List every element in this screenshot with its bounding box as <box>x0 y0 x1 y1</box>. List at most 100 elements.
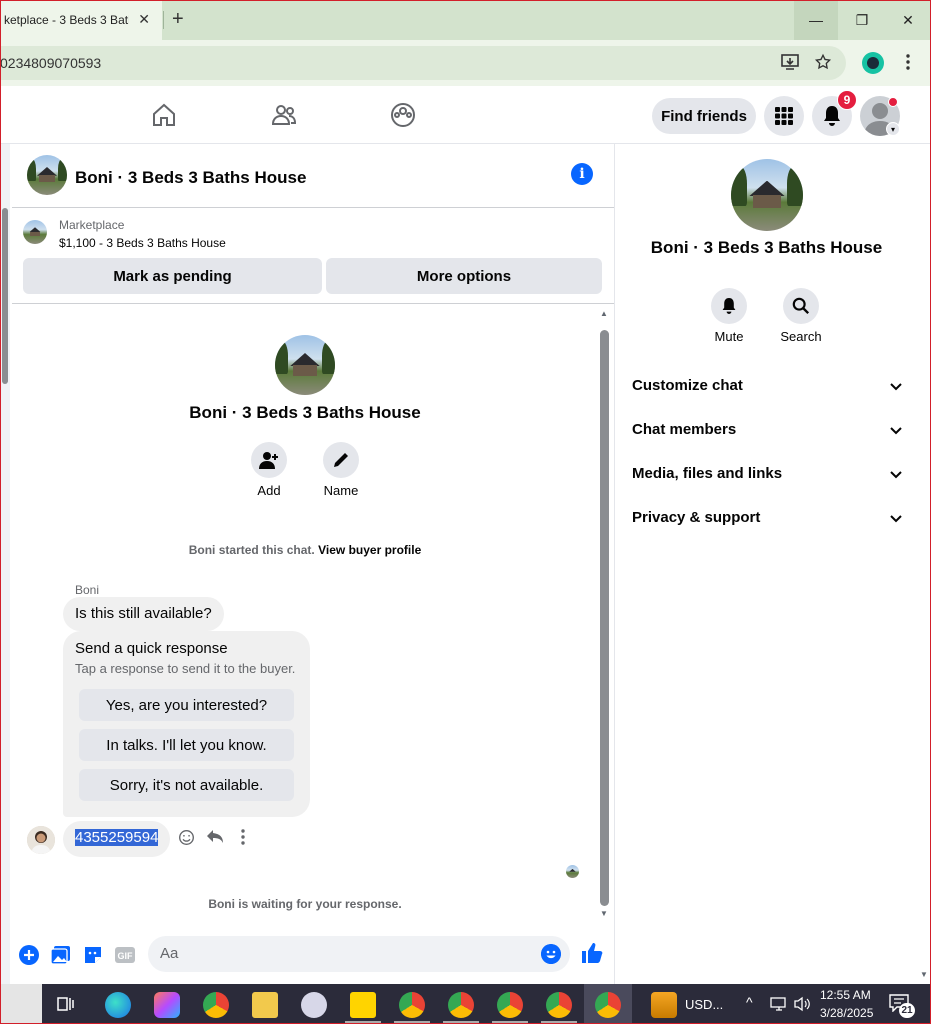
page-scroll-down-arrow[interactable]: ▼ <box>920 970 928 979</box>
quick-reply-yes[interactable]: Yes, are you interested? <box>79 689 294 721</box>
home-icon[interactable] <box>151 102 177 128</box>
emoji-icon[interactable] <box>541 944 561 964</box>
chrome-profile-icon[interactable] <box>497 992 523 1018</box>
find-friends-button[interactable]: Find friends <box>652 98 756 134</box>
add-label: Add <box>257 483 281 498</box>
browser-tab[interactable]: ketplace - 3 Beds 3 Baths House ✕ <box>0 0 162 40</box>
task-view-icon[interactable] <box>57 995 75 1013</box>
groups-icon[interactable] <box>390 102 416 128</box>
chevron-up-icon[interactable]: ^ <box>746 994 753 1010</box>
sticker-icon[interactable] <box>82 944 104 966</box>
search-icon <box>792 297 810 315</box>
bookmark-star-icon[interactable] <box>814 53 832 71</box>
clock-date[interactable]: 3/28/2025 <box>820 1006 873 1020</box>
chat-details-panel: Boni · 3 Beds 3 Baths House Mute Search … <box>614 144 917 984</box>
info-icon[interactable]: i <box>571 163 593 185</box>
add-button[interactable] <box>251 442 287 478</box>
address-bar-row: 0234809070593 <box>0 40 931 86</box>
currency-widget-text[interactable]: USD... <box>685 997 723 1012</box>
message-input[interactable]: Aa <box>148 936 570 972</box>
search-label: Search <box>780 329 822 344</box>
page-scrollbar[interactable]: ▼ <box>917 144 931 984</box>
quick-response-title: Send a quick response <box>75 640 228 657</box>
chrome-profile-icon[interactable] <box>399 992 425 1018</box>
minimize-button[interactable]: — <box>794 0 838 40</box>
mark-as-pending-button[interactable]: Mark as pending <box>23 258 322 294</box>
more-actions-icon[interactable] <box>240 829 246 845</box>
quick-response-subtitle: Tap a response to send it to the buyer. <box>75 661 296 676</box>
friends-icon[interactable] <box>271 102 297 128</box>
quick-response-card: Send a quick response Tap a response to … <box>63 631 310 817</box>
address-bar[interactable]: 0234809070593 <box>0 46 846 80</box>
name-label: Name <box>323 483 359 498</box>
restore-button[interactable]: ❐ <box>840 0 884 40</box>
network-icon[interactable] <box>770 996 788 1012</box>
gallery-icon[interactable] <box>50 944 72 966</box>
new-tab-button[interactable]: + <box>172 9 184 29</box>
chrome-icon[interactable] <box>203 992 229 1018</box>
currency-widget-icon[interactable] <box>651 992 677 1018</box>
sender-avatar[interactable] <box>27 826 55 854</box>
edge-icon[interactable] <box>105 992 131 1018</box>
message-bubble[interactable]: Is this still available? <box>63 597 224 631</box>
scroll-down-arrow[interactable]: ▼ <box>600 909 608 918</box>
close-window-button[interactable]: ✕ <box>886 0 930 40</box>
chat-scrollbar-thumb[interactable] <box>600 330 609 906</box>
left-scrollbar-thumb[interactable] <box>2 208 8 384</box>
chrome-profile-icon[interactable] <box>448 992 474 1018</box>
account-alert-dot <box>888 97 898 107</box>
listing-thumbnail[interactable] <box>27 155 67 195</box>
chat-center-name: Boni · 3 Beds 3 Baths House <box>189 403 421 422</box>
tab-close-icon[interactable]: ✕ <box>138 11 150 28</box>
file-explorer-icon[interactable] <box>252 992 278 1018</box>
phone-number-message[interactable]: 4355259594 <box>63 821 171 857</box>
start-area[interactable] <box>0 984 42 1024</box>
search-button[interactable] <box>783 288 819 324</box>
thumbs-up-icon[interactable] <box>581 942 603 964</box>
chat-members-label: Chat members <box>632 421 737 438</box>
marketplace-label: Marketplace <box>59 218 125 232</box>
gif-icon[interactable]: GIF <box>114 944 136 966</box>
customize-chat-row[interactable]: Customize chat <box>632 377 902 394</box>
menu-button[interactable] <box>764 96 804 136</box>
name-button[interactable] <box>323 442 359 478</box>
grid-menu-icon <box>775 107 793 125</box>
view-buyer-profile-link[interactable]: View buyer profile <box>318 543 421 557</box>
sticky-notes-icon[interactable] <box>350 992 376 1018</box>
chrome-profile-icon <box>595 992 621 1018</box>
more-options-button[interactable]: More options <box>326 258 602 294</box>
mute-button[interactable] <box>711 288 747 324</box>
listing-price-title[interactable]: $1,100 - 3 Beds 3 Baths House <box>59 236 226 250</box>
svg-text:GIF: GIF <box>118 951 134 961</box>
scroll-up-arrow[interactable]: ▲ <box>600 309 608 318</box>
quick-reply-in-talks[interactable]: In talks. I'll let you know. <box>79 729 294 761</box>
chrome-profile-icon[interactable] <box>546 992 572 1018</box>
plus-circle-icon[interactable] <box>18 944 40 966</box>
volume-icon[interactable] <box>793 996 811 1012</box>
chat-header: Boni · 3 Beds 3 Baths House i <box>12 146 614 208</box>
chat-title[interactable]: Boni · 3 Beds 3 Baths House <box>75 168 306 188</box>
mute-label: Mute <box>714 329 744 344</box>
reply-icon[interactable] <box>206 829 224 845</box>
message-composer: GIF Aa <box>12 930 614 982</box>
customize-chat-label: Customize chat <box>632 377 743 394</box>
privacy-support-row[interactable]: Privacy & support <box>632 509 902 526</box>
snipping-tool-icon[interactable] <box>301 992 327 1018</box>
chevron-down-icon[interactable]: ▾ <box>886 122 900 136</box>
phone-number-text: 4355259594 <box>75 829 159 846</box>
media-files-links-row[interactable]: Media, files and links <box>632 465 902 482</box>
chevron-down-icon <box>890 427 902 435</box>
chat-members-row[interactable]: Chat members <box>632 421 902 438</box>
copilot-icon[interactable] <box>154 992 180 1018</box>
pencil-icon <box>334 453 348 467</box>
browser-menu-icon[interactable] <box>904 53 912 71</box>
clock-time[interactable]: 12:55 AM <box>820 988 871 1002</box>
install-app-icon[interactable] <box>780 53 800 71</box>
quick-reply-sorry[interactable]: Sorry, it's not available. <box>79 769 294 801</box>
react-emoji-icon[interactable] <box>178 829 195 846</box>
marketplace-listing-bar: Marketplace $1,100 - 3 Beds 3 Baths Hous… <box>12 208 614 304</box>
extension-icon[interactable] <box>862 52 884 74</box>
privacy-support-label: Privacy & support <box>632 509 761 526</box>
chat-started-notice: Boni started this chat. View buyer profi… <box>12 543 598 557</box>
active-chrome-slot[interactable] <box>584 984 632 1024</box>
